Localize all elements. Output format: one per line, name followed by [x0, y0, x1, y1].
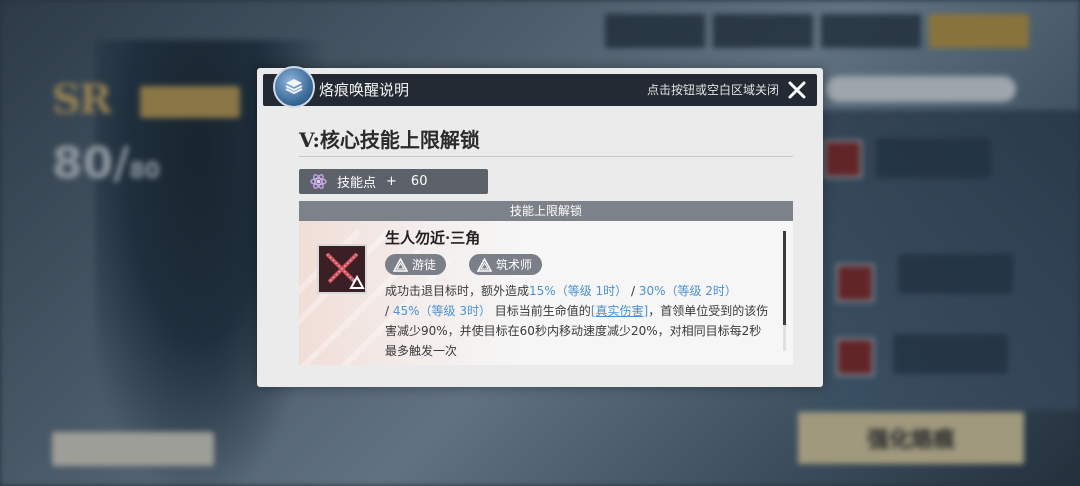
dialog-header: 烙痕唤醒说明 点击按钮或空白区域关闭	[263, 66, 817, 108]
atom-icon	[310, 174, 327, 189]
scrollbar[interactable]	[783, 231, 786, 351]
skill-points-value: 60	[410, 174, 428, 189]
dialog-title: 烙痕唤醒说明	[319, 81, 410, 99]
awakening-info-dialog: 烙痕唤醒说明 点击按钮或空白区域关闭 V:核心技能上限解锁 技能点 + 60 技…	[257, 66, 823, 387]
tag-architect: 筑术师	[469, 254, 543, 275]
triangle-icon	[393, 257, 408, 272]
desc-text: 成功击退目标时，额外造成	[385, 284, 530, 298]
skill-card: 生人勿近·三角 游徒 筑术师 成功击退目标时，额外造成15%（等级 1时） / …	[299, 221, 793, 365]
tag-wanderer: 游徒	[385, 254, 447, 275]
desc-text: 目标当前生命值的	[490, 304, 591, 318]
close-hint: 点击按钮或空白区域关闭	[646, 83, 779, 97]
close-icon[interactable]	[787, 80, 807, 100]
true-damage-link[interactable]: [真实伤害]	[591, 304, 648, 318]
tag-label: 游徒	[412, 258, 437, 272]
skill-points-label: 技能点	[337, 176, 377, 191]
book-icon	[273, 66, 315, 108]
unlock-header: 技能上限解锁	[299, 201, 793, 221]
skill-description: 成功击退目标时，额外造成15%（等级 1时） / 30%（等级 2时） / 45…	[385, 281, 771, 361]
triangle-icon	[477, 257, 492, 272]
desc-value-lv2: 30%（等级 2时）	[638, 284, 737, 298]
section-title: V:核心技能上限解锁	[299, 128, 480, 152]
desc-separator: /	[627, 284, 639, 298]
skill-points-plus: +	[386, 174, 397, 189]
scrollbar-thumb[interactable]	[783, 231, 786, 325]
divider	[299, 156, 793, 157]
desc-value-lv1: 15%（等级 1时）	[529, 284, 628, 298]
desc-value-lv3: 45%（等级 3时）	[392, 304, 491, 318]
tag-label: 筑术师	[496, 258, 533, 272]
desc-separator: /	[385, 304, 393, 318]
crossed-swords-icon	[317, 244, 367, 294]
skill-name: 生人勿近·三角	[385, 229, 481, 247]
skill-points-badge: 技能点 + 60	[299, 169, 488, 194]
